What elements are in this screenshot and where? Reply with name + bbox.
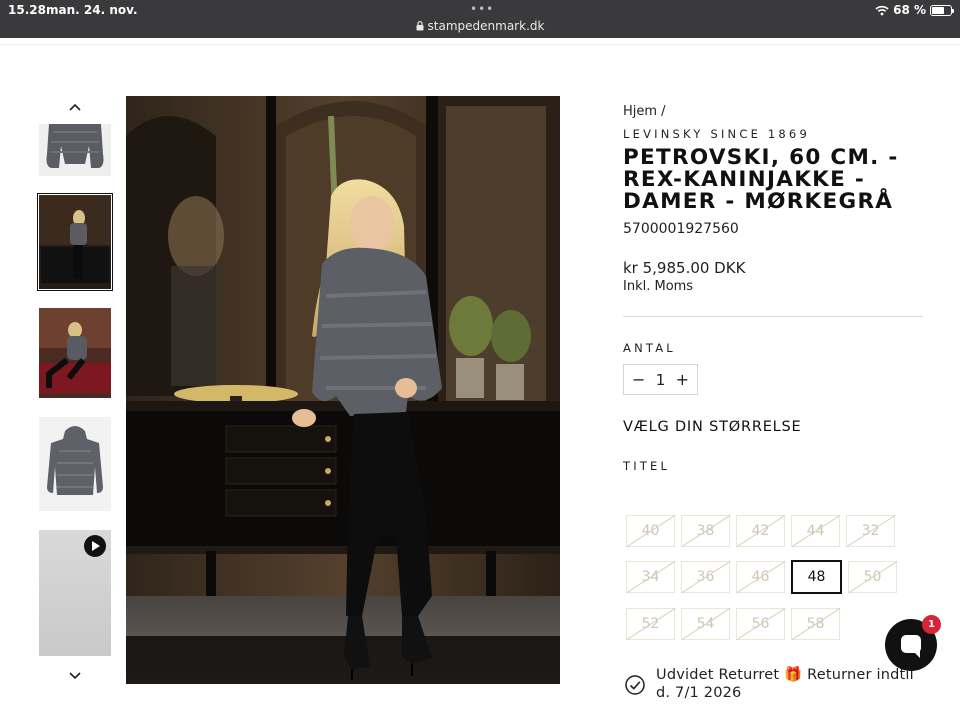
thumbnail-jacket-front[interactable] xyxy=(39,124,111,176)
size-option-34[interactable]: 34 xyxy=(626,561,675,593)
size-option-54[interactable]: 54 xyxy=(681,608,730,640)
quantity-label: ANTAL xyxy=(623,341,676,355)
status-time: 15.28 xyxy=(8,3,46,17)
quantity-decrease-button[interactable]: − xyxy=(632,370,645,389)
choose-size-link[interactable]: VÆLG DIN STØRRELSE xyxy=(623,419,923,435)
size-option-56[interactable]: 56 xyxy=(736,608,785,640)
size-option-label: TITEL xyxy=(623,459,671,473)
thumbnail-model-sitting[interactable] xyxy=(39,308,111,398)
size-option-42[interactable]: 42 xyxy=(736,515,785,547)
main-product-image[interactable] xyxy=(126,96,560,684)
thumbnail-video[interactable] xyxy=(39,530,111,656)
header-divider xyxy=(0,44,960,45)
browser-status-bar: 15.28 man. 24. nov. ••• stampedenmark.dk… xyxy=(0,0,960,38)
product-price: kr 5,985.00 DKK xyxy=(623,259,746,277)
size-option-58[interactable]: 58 xyxy=(791,608,840,640)
returns-text: Udvidet Returret 🎁 Returner indtil d. 7/… xyxy=(656,667,914,701)
status-indicators: 68 % xyxy=(875,3,954,17)
battery-icon xyxy=(930,4,954,16)
status-date: man. 24. nov. xyxy=(46,3,138,17)
chat-bubble-icon xyxy=(901,635,921,658)
size-option-44[interactable]: 44 xyxy=(791,515,840,547)
url-text: stampedenmark.dk xyxy=(427,19,545,33)
thumbnails-up-arrow-icon[interactable] xyxy=(67,101,83,113)
size-row: 40 38 42 44 32 xyxy=(626,515,926,547)
check-circle-icon xyxy=(625,675,645,695)
size-option-52[interactable]: 52 xyxy=(626,608,675,640)
thumbnails-down-arrow-icon[interactable] xyxy=(67,670,83,682)
quantity-increase-button[interactable]: + xyxy=(676,370,689,389)
size-row: 34 36 46 48 50 xyxy=(626,560,926,594)
size-option-36[interactable]: 36 xyxy=(681,561,730,593)
wifi-icon xyxy=(875,5,889,15)
thumbnail-jacket-back[interactable] xyxy=(39,417,111,511)
chat-notification-badge: 1 xyxy=(922,615,941,634)
product-info: Hjem / LEVINSKY SINCE 1869 PETROVSKI, 60… xyxy=(623,104,923,473)
play-icon[interactable] xyxy=(84,535,106,557)
product-sku: 5700001927560 xyxy=(623,221,739,237)
thumbnail-model-standing[interactable] xyxy=(37,193,113,291)
size-row: 52 54 56 58 xyxy=(626,608,926,640)
size-option-48-selected[interactable]: 48 xyxy=(791,560,842,594)
size-option-46[interactable]: 46 xyxy=(736,561,785,593)
product-vendor[interactable]: LEVINSKY SINCE 1869 xyxy=(623,127,923,141)
price-divider xyxy=(623,316,923,317)
more-dots-icon[interactable]: ••• xyxy=(470,2,494,16)
quantity-value[interactable]: 1 xyxy=(656,371,666,389)
returns-note: Udvidet Returret 🎁 Returner indtil d. 7/… xyxy=(624,666,924,702)
size-option-40[interactable]: 40 xyxy=(626,515,675,547)
battery-percent: 68 % xyxy=(893,3,926,17)
breadcrumb[interactable]: Hjem / xyxy=(623,104,923,119)
product-title: PETROVSKI, 60 CM. - REX-KANINJAKKE - DAM… xyxy=(623,145,899,214)
size-option-38[interactable]: 38 xyxy=(681,515,730,547)
size-options: 40 38 42 44 32 34 36 46 48 50 52 54 56 5… xyxy=(626,515,926,654)
size-option-50[interactable]: 50 xyxy=(848,561,897,593)
address-bar[interactable]: stampedenmark.dk xyxy=(0,19,960,33)
lock-icon xyxy=(416,21,424,31)
size-option-32[interactable]: 32 xyxy=(846,515,895,547)
tax-note: Inkl. Moms xyxy=(623,279,694,294)
quantity-stepper: − 1 + xyxy=(623,364,698,395)
